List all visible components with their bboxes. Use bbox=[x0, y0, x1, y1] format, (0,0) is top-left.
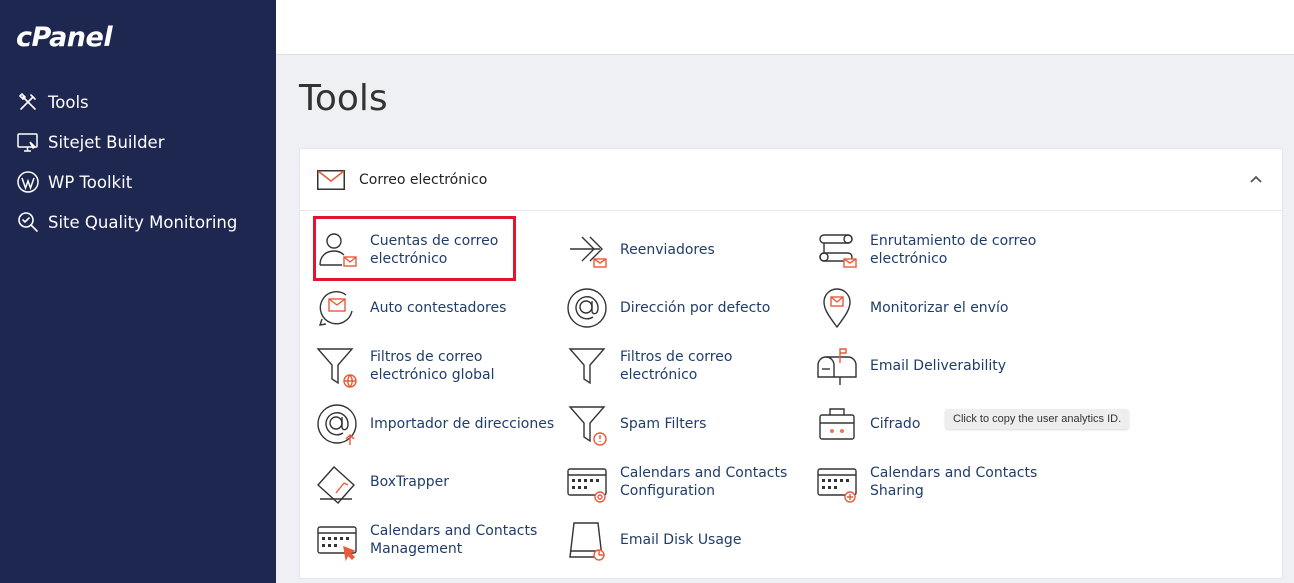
tool-label: Monitorizar el envío bbox=[870, 300, 1009, 316]
chevron-up-icon[interactable] bbox=[1248, 171, 1264, 187]
sidebar-item-wp-toolkit[interactable]: WP Toolkit bbox=[0, 162, 276, 202]
tool-calendars-contacts-management[interactable]: Calendars and Contacts Management bbox=[314, 512, 559, 568]
tool-label: Spam Filters bbox=[620, 416, 707, 432]
tool-email-deliverability[interactable]: Email Deliverability bbox=[814, 338, 1059, 394]
tool-label: Enrutamiento de correo electrónico bbox=[870, 233, 1037, 267]
tool-email-disk-usage[interactable]: Email Disk Usage bbox=[564, 512, 809, 568]
sidebar-item-site-quality-monitoring[interactable]: Site Quality Monitoring bbox=[0, 202, 276, 242]
user-mail-icon bbox=[319, 233, 357, 267]
sidebar-item-sitejet-builder[interactable]: Sitejet Builder bbox=[0, 122, 276, 162]
tool-label: Cuentas de correo electrónico bbox=[370, 233, 499, 267]
forward-icon bbox=[570, 236, 607, 268]
tool-spam-filters[interactable]: Spam Filters bbox=[564, 396, 809, 452]
mailbox-icon bbox=[817, 348, 857, 385]
briefcase-icon bbox=[819, 408, 855, 440]
calendar-at-icon bbox=[567, 468, 607, 503]
tool-track-delivery[interactable]: Monitorizar el envío bbox=[814, 280, 1059, 336]
monitor-icon bbox=[17, 133, 38, 152]
tool-label: BoxTrapper bbox=[370, 474, 449, 490]
sidebar-item-label: WP Toolkit bbox=[48, 172, 133, 192]
tooltip: Click to copy the user analytics ID. bbox=[945, 409, 1130, 429]
tools-icon bbox=[18, 92, 36, 110]
sidebar-item-label: Tools bbox=[48, 92, 89, 112]
at-sign-icon bbox=[567, 288, 607, 328]
tool-label: Dirección por defecto bbox=[620, 300, 771, 316]
sidebar: cPanel Tools Sitejet Builder WP Toolkit … bbox=[0, 0, 276, 583]
calendar-manage-icon bbox=[317, 526, 357, 562]
tool-label: Email Disk Usage bbox=[620, 532, 742, 548]
tool-default-address[interactable]: Dirección por defecto bbox=[564, 280, 809, 336]
tool-label: Email Deliverability bbox=[870, 358, 1007, 374]
top-bar bbox=[276, 0, 1294, 55]
import-at-icon bbox=[317, 404, 357, 445]
tool-email-accounts[interactable]: Cuentas de correo electrónico bbox=[314, 222, 559, 278]
sidebar-item-label: Sitejet Builder bbox=[48, 132, 165, 152]
globe-filter-icon bbox=[316, 348, 357, 388]
routing-icon bbox=[819, 234, 857, 268]
tool-label: Calendars and Contacts Management bbox=[370, 523, 538, 557]
section-header[interactable]: Correo electrónico bbox=[300, 149, 1282, 211]
box-trap-icon bbox=[317, 466, 355, 504]
page-title: Tools bbox=[299, 78, 388, 119]
tool-label: Calendars and Contacts Configuration bbox=[620, 465, 788, 499]
tool-address-importer[interactable]: Importador de direcciones bbox=[314, 396, 559, 452]
tool-boxtrapper[interactable]: BoxTrapper bbox=[314, 454, 559, 510]
tool-calendars-contacts-sharing[interactable]: Calendars and Contacts Sharing bbox=[814, 454, 1059, 510]
tool-autoresponders[interactable]: Auto contestadores bbox=[314, 280, 559, 336]
tool-forwarders[interactable]: Reenviadores bbox=[564, 222, 809, 278]
cpanel-logo[interactable]: cPanel bbox=[16, 22, 113, 53]
magnifier-icon bbox=[18, 212, 38, 232]
tool-label: Reenviadores bbox=[620, 242, 715, 258]
tool-label: Filtros de correo electrónico global bbox=[370, 349, 495, 383]
calendar-share-icon bbox=[817, 468, 857, 503]
section-title: Correo electrónico bbox=[359, 171, 488, 188]
envelope-icon bbox=[317, 169, 345, 190]
disk-usage-icon bbox=[569, 522, 605, 561]
sidebar-item-label: Site Quality Monitoring bbox=[48, 212, 238, 232]
tool-label: Calendars and Contacts Sharing bbox=[870, 465, 1038, 499]
sidebar-nav: Tools Sitejet Builder WP Toolkit Site Qu… bbox=[0, 82, 276, 242]
tool-label: Filtros de correo electrónico bbox=[620, 349, 733, 383]
tool-email-filters[interactable]: Filtros de correo electrónico bbox=[564, 338, 809, 394]
wordpress-icon bbox=[17, 171, 39, 193]
location-pin-icon bbox=[823, 288, 851, 329]
autoresponder-icon bbox=[318, 291, 353, 326]
tool-email-routing[interactable]: Enrutamiento de correo electrónico bbox=[814, 222, 1059, 278]
tool-label: Importador de direcciones bbox=[370, 416, 555, 432]
sidebar-item-tools[interactable]: Tools bbox=[0, 82, 276, 122]
tool-global-email-filters[interactable]: Filtros de correo electrónico global bbox=[314, 338, 559, 394]
tool-calendars-contacts-configuration[interactable]: Calendars and Contacts Configuration bbox=[564, 454, 809, 510]
filter-icon bbox=[568, 348, 606, 385]
spam-filter-icon bbox=[568, 406, 607, 446]
tool-label: Auto contestadores bbox=[370, 300, 507, 316]
tool-label: Cifrado bbox=[870, 416, 921, 432]
